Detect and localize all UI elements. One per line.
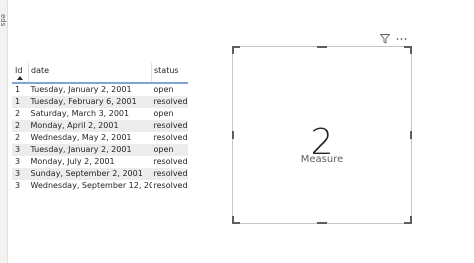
table-row[interactable]: 2 Wednesday, May 2, 2001 resolved: [12, 132, 188, 144]
cell-date: Tuesday, February 6, 2001: [30, 97, 137, 106]
table-row[interactable]: 3 Monday, July 2, 2001 resolved: [12, 156, 188, 168]
column-header-status[interactable]: status: [151, 63, 188, 84]
cell-status: resolved: [153, 121, 188, 130]
cell-status: resolved: [153, 169, 188, 178]
collapsed-pane[interactable]: eds: [0, 0, 8, 263]
cell-date: Tuesday, January 2, 2001: [30, 145, 132, 154]
cell-id: 2: [15, 133, 21, 142]
cell-status: open: [153, 109, 174, 118]
cell-date: Wednesday, May 2, 2001: [30, 133, 132, 142]
cell-id: 2: [15, 109, 21, 118]
cell-date: Wednesday, September 12, 2001: [30, 181, 152, 190]
resize-handle-top[interactable]: [317, 46, 327, 48]
column-header-id[interactable]: Id: [12, 63, 29, 84]
sort-ascending-icon: [17, 76, 23, 80]
resize-handle-top-right[interactable]: [404, 46, 412, 54]
card-visual[interactable]: 2 Measure: [232, 46, 412, 224]
table-row[interactable]: 1 Tuesday, February 6, 2001 resolved: [12, 96, 188, 108]
cell-id: 3: [15, 181, 21, 190]
table-header-row: Id date status: [12, 63, 188, 84]
cell-date: Saturday, March 3, 2001: [30, 109, 130, 118]
cell-id: 3: [15, 157, 21, 166]
column-header-date[interactable]: date: [28, 63, 152, 84]
table-row[interactable]: 3 Sunday, September 2, 2001 resolved: [12, 168, 188, 180]
cell-id: 3: [15, 169, 21, 178]
visual-header: [380, 33, 407, 45]
table-row[interactable]: 2 Monday, April 2, 2001 resolved: [12, 120, 188, 132]
table-row[interactable]: 3 Wednesday, September 12, 2001 resolved: [12, 180, 188, 192]
table-visual[interactable]: Id date status 1 Tuesday, January 2, 2001…: [12, 63, 188, 192]
cell-status: open: [153, 145, 174, 154]
cell-id: 2: [15, 121, 21, 130]
cell-date: Tuesday, January 2, 2001: [30, 85, 132, 94]
table-row[interactable]: 3 Tuesday, January 2, 2001 open: [12, 144, 188, 156]
resize-handle-bottom-right[interactable]: [404, 216, 412, 224]
resize-handle-top-left[interactable]: [232, 46, 240, 54]
card-label: Measure: [300, 154, 344, 165]
table-row[interactable]: 1 Tuesday, January 2, 2001 open: [12, 83, 188, 96]
cell-date: Sunday, September 2, 2001: [30, 169, 143, 178]
cell-status: resolved: [153, 181, 188, 190]
data-table: Id date status 1 Tuesday, January 2, 2001…: [12, 63, 188, 192]
resize-handle-bottom[interactable]: [317, 222, 327, 224]
cell-date: Monday, April 2, 2001: [30, 121, 119, 130]
resize-handle-bottom-left[interactable]: [232, 216, 240, 224]
filter-icon[interactable]: [380, 34, 390, 44]
cell-status: resolved: [153, 133, 188, 142]
cell-id: 1: [15, 97, 21, 106]
table-row[interactable]: 2 Saturday, March 3, 2001 open: [12, 108, 188, 120]
cell-id: 1: [15, 85, 21, 94]
collapsed-pane-label: eds: [0, 14, 7, 27]
cell-status: resolved: [153, 97, 188, 106]
cell-status: open: [153, 85, 174, 94]
cell-date: Monday, July 2, 2001: [30, 157, 115, 166]
more-options-icon[interactable]: [396, 37, 407, 41]
cell-status: resolved: [153, 157, 188, 166]
cell-id: 3: [15, 145, 21, 154]
